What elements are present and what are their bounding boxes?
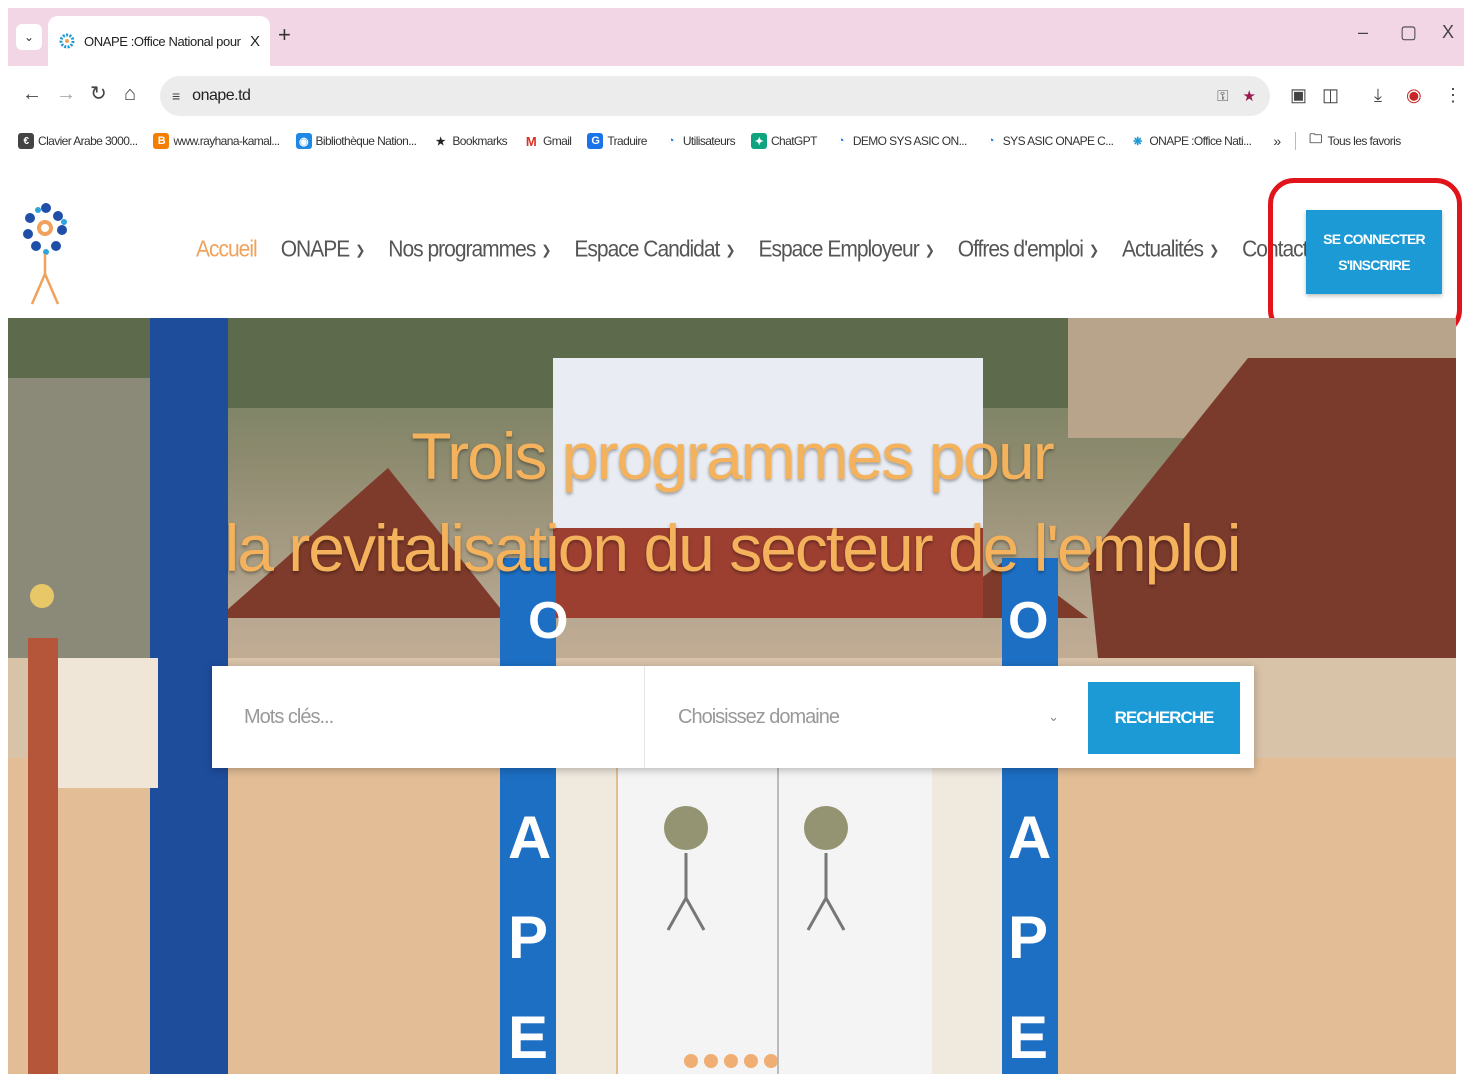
search-button[interactable]: RECHERCHE — [1088, 682, 1240, 754]
slider-dot[interactable] — [684, 1054, 698, 1068]
download-icon[interactable]: ⤓ — [1374, 86, 1382, 104]
chevron-down-icon: ❯ — [1209, 242, 1219, 258]
svg-text:E: E — [1008, 1004, 1048, 1071]
chevron-down-icon: ⌄ — [1048, 709, 1059, 724]
domain-select[interactable]: Choisissez domaine ⌄ — [678, 702, 1059, 732]
hero-title-line1: Trois programmes pour — [411, 419, 1054, 493]
bookmark-item[interactable]: ❋ ONAPE :Office Nati... — [1129, 133, 1252, 149]
keywords-input[interactable] — [212, 666, 644, 768]
hero-banner: O O A P E A P E Trois programmes pour la… — [8, 318, 1456, 1074]
slider-dot[interactable] — [744, 1054, 758, 1068]
keyboard-icon: € — [18, 133, 34, 149]
slider-dot[interactable] — [724, 1054, 738, 1068]
tab-search-chevron-icon[interactable]: ⌄ — [16, 24, 42, 50]
browser-toolbar: ← → ↻ ⌂ ≡ onape.td ⚿ ★ ▣ ◫ ⤓ ◉ ⋮ — [8, 66, 1464, 124]
new-tab-button[interactable]: + — [278, 22, 291, 48]
chevron-down-icon: ❯ — [355, 242, 365, 258]
bookmark-item[interactable]: € Clavier Arabe 3000... — [18, 133, 138, 149]
profile-avatar-icon[interactable]: ◉ — [1406, 86, 1422, 104]
library-icon: ◉ — [295, 133, 312, 149]
puzzle-icon[interactable]: ◫ — [1322, 86, 1339, 104]
slider-dot[interactable] — [704, 1054, 718, 1068]
highlight-annotation-ring — [1268, 178, 1462, 336]
blogger-icon: B — [153, 133, 170, 149]
nav-accueil[interactable]: Accueil — [196, 237, 258, 263]
home-icon[interactable]: ⌂ — [124, 84, 136, 104]
bookmark-item[interactable]: ★ Bookmarks — [432, 133, 508, 149]
star-icon: ★ — [435, 135, 446, 148]
bookmarks-overflow-button[interactable]: » — [1273, 133, 1281, 149]
tab-title: ONAPE :Office National pour l — [84, 33, 244, 49]
hero-title-line2: la revitalisation du secteur de l'emploi — [224, 511, 1242, 585]
svg-text:P: P — [1008, 904, 1048, 971]
translate-icon: G — [587, 133, 604, 149]
globe-icon: ◔ — [667, 135, 675, 147]
bookmark-item[interactable]: M Gmail — [523, 133, 572, 149]
bookmark-star-icon[interactable]: ★ — [1243, 87, 1256, 105]
reload-icon[interactable]: ↻ — [90, 84, 107, 104]
close-window-button[interactable]: X — [1442, 22, 1454, 43]
globe-icon: ◔ — [837, 135, 845, 147]
password-key-icon[interactable]: ⚿ — [1217, 88, 1228, 105]
nav-nos-programmes[interactable]: Nos programmes ❯ — [388, 237, 551, 263]
nav-onape[interactable]: ONAPE ❯ — [281, 237, 366, 263]
bookmark-item[interactable]: ◉ Bibliothèque Nation... — [295, 133, 417, 149]
globe-icon: ◔ — [987, 135, 995, 147]
chevron-down-icon: ❯ — [924, 242, 935, 258]
tab-close-icon[interactable]: X — [250, 33, 260, 50]
chevron-down-icon: ❯ — [541, 242, 551, 258]
chatgpt-icon: ✦ — [750, 133, 767, 149]
folder-icon: 🗀 — [1309, 131, 1322, 146]
nav-espace-employeur[interactable]: Espace Employeur ❯ — [758, 237, 935, 263]
svg-text:A: A — [1008, 804, 1051, 871]
address-bar[interactable]: ≡ onape.td ⚿ ★ — [160, 76, 1270, 116]
bookmarks-bar: € Clavier Arabe 3000... Bwww.rayhana-kama… — [8, 124, 1464, 158]
minimize-button[interactable]: – — [1358, 22, 1368, 43]
url-text[interactable]: onape.td — [192, 87, 251, 105]
job-search-form: Choisissez domaine ⌄ RECHERCHE — [212, 666, 1254, 768]
slider-dots — [684, 1054, 778, 1068]
onape-icon: ❋ — [1133, 135, 1142, 148]
bookmark-item[interactable]: ✦ ChatGPT — [750, 133, 817, 149]
bookmark-item[interactable]: G Traduire — [587, 133, 647, 149]
bookmark-item[interactable]: ◔ DEMO SYS ASIC ON... — [833, 133, 968, 149]
nav-espace-candidat[interactable]: Espace Candidat ❯ — [574, 237, 735, 263]
site-settings-icon[interactable]: ≡ — [172, 88, 180, 104]
svg-text:E: E — [508, 1004, 548, 1071]
nav-actualites[interactable]: Actualités ❯ — [1122, 237, 1219, 263]
browser-window: ⌄ ONAPE :Office National pour l X + – ▢ … — [8, 8, 1464, 1078]
bookmark-item[interactable]: ◔ Utilisateurs — [663, 133, 736, 149]
svg-text:O: O — [1008, 592, 1048, 650]
nav-offres-emploi[interactable]: Offres d'emploi ❯ — [958, 237, 1099, 263]
tab-strip: ⌄ ONAPE :Office National pour l X + – ▢ … — [8, 8, 1464, 66]
bookmarks-separator — [1294, 132, 1296, 150]
back-arrow-icon[interactable]: ← — [22, 84, 42, 104]
chevron-down-icon: ❯ — [725, 242, 735, 258]
onape-logo-icon[interactable] — [22, 200, 72, 310]
restore-button[interactable]: ▢ — [1400, 22, 1417, 43]
svg-text:O: O — [528, 592, 568, 650]
domain-select-placeholder: Choisissez domaine — [678, 705, 840, 728]
svg-text:P: P — [508, 904, 548, 971]
main-navigation: Accueil ONAPE ❯ Nos programmes ❯ Espace Ca… — [196, 237, 1332, 263]
extension-icon[interactable]: ▣ — [1290, 86, 1307, 104]
site-header: Accueil ONAPE ❯ Nos programmes ❯ Espace Ca… — [8, 158, 1464, 336]
bookmark-item[interactable]: ◔ SYS ASIC ONAPE C... — [983, 133, 1114, 149]
svg-text:A: A — [508, 804, 551, 871]
onape-favicon-icon — [58, 32, 76, 50]
forward-arrow-icon[interactable]: → — [56, 84, 76, 104]
search-divider — [644, 666, 645, 768]
menu-kebab-icon[interactable]: ⋮ — [1444, 86, 1462, 104]
bookmark-item[interactable]: Bwww.rayhana-kamal... — [153, 133, 280, 149]
tab-onape[interactable]: ONAPE :Office National pour l X — [48, 16, 270, 66]
gmail-icon: M — [525, 133, 537, 149]
all-bookmarks-folder[interactable]: 🗀 Tous les favoris — [1308, 131, 1401, 149]
slider-dot[interactable] — [764, 1054, 778, 1068]
chevron-down-icon: ❯ — [1088, 242, 1099, 258]
